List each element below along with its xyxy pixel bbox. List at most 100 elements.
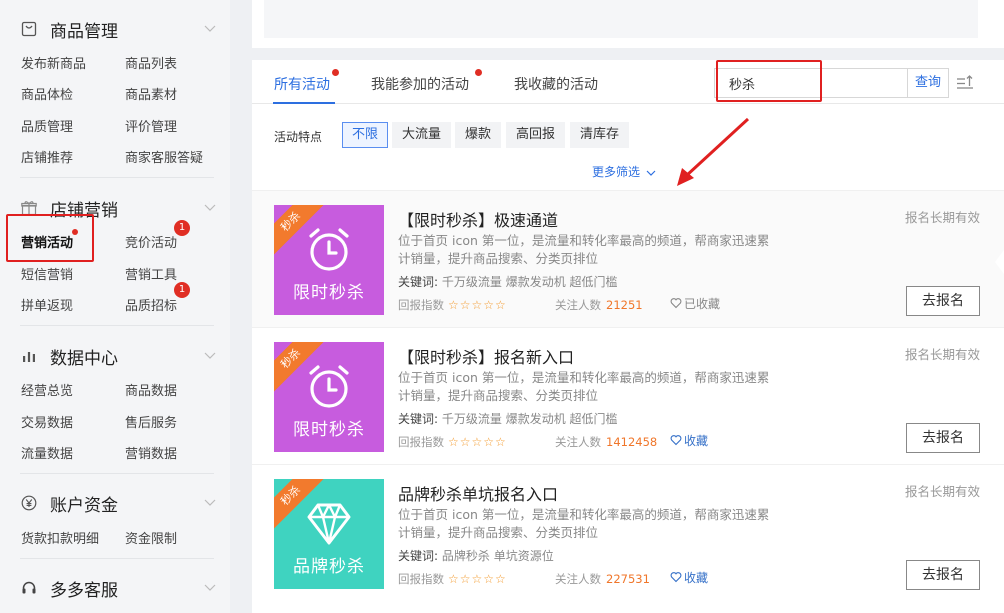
sidebar-link-product-data[interactable]: 商品数据 [125,380,177,399]
keywords-value: 品牌秒杀 单坑资源位 [441,549,554,563]
activity-tabs: 所有活动 我能参加的活动 我收藏的活动 查询 [252,60,1004,104]
sidebar-link-product-material[interactable]: 商品素材 [125,84,177,103]
rating-label: 回报指数 [398,435,444,449]
thumbnail-title: 限时秒杀 [293,420,365,440]
sidebar-link-product-list[interactable]: 商品列表 [125,53,177,72]
sidebar-link-store-recommend[interactable]: 店铺推荐 [21,147,73,166]
signup-button[interactable]: 去报名 [906,286,980,316]
filter-chip-unlimited[interactable]: 不限 [342,122,389,148]
activity-title[interactable]: 品牌秒杀单坑报名入口 [398,481,558,505]
heart-icon [670,435,682,446]
sidebar-link-after-sales[interactable]: 售后服务 [125,412,177,431]
sidebar-link-product-check[interactable]: 商品体检 [21,84,73,103]
registration-validity: 报名长期有效 [904,484,980,499]
section-header-data-center[interactable]: 数据中心 [20,344,216,369]
sidebar-link-marketing-data[interactable]: 营销数据 [125,443,177,462]
chevron-down-icon[interactable] [204,581,216,593]
chevron-down-icon[interactable] [204,496,216,508]
followers-label: 关注人数 [555,298,601,312]
signup-button[interactable]: 去报名 [906,423,980,453]
sidebar-link-traffic-data[interactable]: 流量数据 [21,443,73,462]
follower-count: 关注人数 1412458 [555,434,657,450]
sidebar-link-reviews[interactable]: 评价管理 [125,116,177,135]
sidebar-link-merchant-qa[interactable]: 商家客服答疑 [125,147,203,166]
thumbnail-title: 品牌秒杀 [293,557,365,577]
favorite-button[interactable]: 收藏 [670,569,708,586]
favorite-button[interactable]: 收藏 [670,432,708,449]
count-badge: 1 [174,282,190,298]
divider [20,177,214,178]
top-panel-content [264,0,978,38]
activity-card: 秒杀 限时秒杀 【限时秒杀】极速通道 位于首页 icon 第一位，是流量和转化率… [252,191,1004,327]
section-header-account-funds[interactable]: 账户资金 [20,491,216,516]
alarm-clock-icon [309,228,349,271]
section-title: 商品管理 [50,21,118,42]
activity-thumbnail[interactable]: 秒杀 限时秒杀 [274,205,384,315]
bar-chart-icon [20,347,38,365]
tab-all-activities[interactable]: 所有活动 [274,74,330,94]
sidebar-link-cashback[interactable]: 拼单返现 [21,295,73,314]
sidebar-link-fund-limits[interactable]: 资金限制 [125,528,177,547]
activity-card: 秒杀 品牌秒杀 品牌秒杀单坑报名入口 位于首页 icon 第一位，是流量和转化率… [252,465,1004,601]
divider [20,473,214,474]
sidebar-link-quality-bidding[interactable]: 品质招标 [125,295,177,314]
search-button[interactable]: 查询 [907,68,949,98]
follower-count: 关注人数 21251 [555,297,643,313]
count-badge: 1 [174,220,190,236]
tab-eligible-activities[interactable]: 我能参加的活动 [371,74,469,94]
annotation-arrow [677,117,750,186]
return-rating: 回报指数 ☆☆☆☆☆ [398,297,507,313]
filter-chip-clear-inventory[interactable]: 清库存 [570,122,630,148]
notification-dot [475,69,482,76]
side-panel-toggle-icon[interactable] [994,250,1004,274]
sidebar-link-sms-marketing[interactable]: 短信营销 [21,264,73,283]
favorite-button[interactable]: 已收藏 [670,295,720,312]
sidebar-link-quality[interactable]: 品质管理 [21,116,73,135]
signup-button[interactable]: 去报名 [906,560,980,590]
activity-title[interactable]: 【限时秒杀】报名新入口 [398,344,574,368]
activity-thumbnail[interactable]: 秒杀 限时秒杀 [274,342,384,452]
section-header-customer-service[interactable]: 多多客服 [20,576,216,601]
filter-chip-high-return[interactable]: 高回报 [506,122,566,148]
filter-chip-high-traffic[interactable]: 大流量 [392,122,452,148]
chevron-down-icon[interactable] [204,349,216,361]
keywords-value: 千万级流量 爆款发动机 超低门槛 [441,412,618,426]
sidebar-link-publish-product[interactable]: 发布新商品 [21,53,86,72]
activity-title[interactable]: 【限时秒杀】极速通道 [398,207,558,231]
activity-keywords: 关键词: 千万级流量 爆款发动机 超低门槛 [398,410,618,427]
notification-dot [332,69,339,76]
keywords-label: 关键词: [398,412,439,426]
favorite-label: 收藏 [684,571,709,585]
sidebar-link-marketing-tools[interactable]: 营销工具 [125,264,177,283]
chevron-down-icon[interactable] [204,201,216,213]
divider [20,558,214,559]
keywords-label: 关键词: [398,549,439,563]
sidebar-link-transaction-data[interactable]: 交易数据 [21,412,73,431]
activity-thumbnail[interactable]: 秒杀 品牌秒杀 [274,479,384,589]
more-filters-link[interactable]: 更多筛选 [592,163,656,180]
sidebar-link-bidding[interactable]: 竞价活动 [125,232,177,251]
sidebar-link-payment-deductions[interactable]: 货款扣款明细 [21,528,99,547]
followers-value: 227531 [606,572,650,586]
followers-label: 关注人数 [555,435,601,449]
activity-card: 秒杀 限时秒杀 【限时秒杀】报名新入口 位于首页 icon 第一位，是流量和转化… [252,328,1004,464]
followers-value: 21251 [606,298,643,312]
star-rating-icon: ☆☆☆☆☆ [448,298,507,312]
tab-favorite-activities[interactable]: 我收藏的活动 [514,74,598,94]
star-rating-icon: ☆☆☆☆☆ [448,435,507,449]
registration-validity: 报名长期有效 [904,347,980,362]
favorite-label: 收藏 [684,434,709,448]
heart-icon [670,572,682,583]
follower-count: 关注人数 227531 [555,571,650,587]
sidebar-link-overview[interactable]: 经营总览 [21,380,73,399]
star-rating-icon: ☆☆☆☆☆ [448,572,507,586]
sort-icon[interactable] [956,74,974,92]
activity-panel: 所有活动 我能参加的活动 我收藏的活动 查询 活动特点 不限 大流量 爆款 高回… [252,60,1004,613]
sidebar: 商品管理 发布新商品 商品列表 商品体检 商品素材 品质管理 评价管理 店铺推荐… [0,0,230,613]
filter-chip-hot-sellers[interactable]: 爆款 [455,122,502,148]
active-tab-indicator [273,102,335,104]
divider [20,325,214,326]
product-box-icon [20,20,38,38]
chevron-down-icon[interactable] [204,22,216,34]
section-header-product[interactable]: 商品管理 [20,17,216,42]
